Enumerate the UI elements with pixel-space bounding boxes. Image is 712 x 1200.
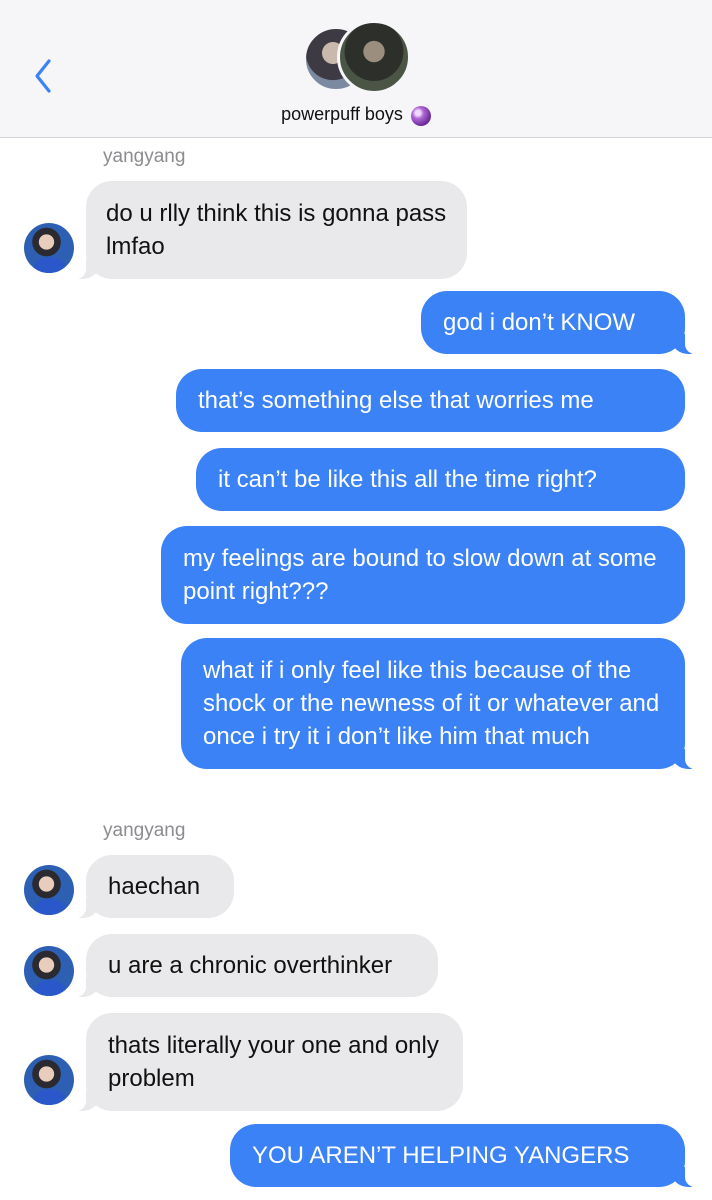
message-bubble-incoming[interactable]: thats literally your one and only proble… xyxy=(76,1013,463,1111)
message-bubble-outgoing[interactable]: it can’t be like this all the time right… xyxy=(196,448,685,511)
sender-label: yangyang xyxy=(103,820,186,841)
message-text: it can’t be like this all the time right… xyxy=(218,466,597,493)
message-text: do u rlly think this is gonna pass lmfao xyxy=(106,200,447,260)
back-button[interactable] xyxy=(28,56,58,96)
message-text: thats literally your one and only proble… xyxy=(108,1032,439,1092)
message-text: u are a chronic overthinker xyxy=(108,952,393,979)
message-text: my feelings are bound to slow down at so… xyxy=(183,545,657,605)
message-text: god i don’t KNOW xyxy=(443,309,636,336)
sender-label: yangyang xyxy=(103,146,186,167)
group-avatar[interactable] xyxy=(303,20,411,96)
message-text: YOU AREN’T HELPING YANGERS xyxy=(252,1142,630,1169)
message-text: haechan xyxy=(108,873,201,900)
message-bubble-incoming[interactable]: haechan xyxy=(76,855,234,918)
conversation-title: powerpuff boys xyxy=(281,104,403,124)
conversation-header: powerpuff boys xyxy=(0,0,712,138)
message-bubble-incoming[interactable]: u are a chronic overthinker xyxy=(76,934,438,997)
conversation-title-row[interactable]: powerpuff boys xyxy=(0,104,712,126)
avatar[interactable] xyxy=(24,223,74,273)
member-avatar xyxy=(337,20,411,94)
message-text: that’s something else that worries me xyxy=(198,387,594,414)
message-bubble-incoming[interactable]: do u rlly think this is gonna pass lmfao xyxy=(76,181,467,279)
message-bubble-outgoing[interactable]: that’s something else that worries me xyxy=(176,369,685,432)
message-bubble-outgoing[interactable]: my feelings are bound to slow down at so… xyxy=(161,526,685,624)
avatar[interactable] xyxy=(24,1055,74,1105)
message-text: what if i only feel like this because of… xyxy=(203,657,660,750)
avatar[interactable] xyxy=(24,946,74,996)
message-bubble-outgoing[interactable]: what if i only feel like this because of… xyxy=(181,638,695,769)
message-bubble-outgoing[interactable]: god i don’t KNOW xyxy=(421,291,695,354)
avatar[interactable] xyxy=(24,865,74,915)
message-bubble-outgoing[interactable]: YOU AREN’T HELPING YANGERS xyxy=(230,1124,695,1187)
crystal-ball-icon xyxy=(410,105,431,126)
chevron-left-icon xyxy=(35,59,51,93)
